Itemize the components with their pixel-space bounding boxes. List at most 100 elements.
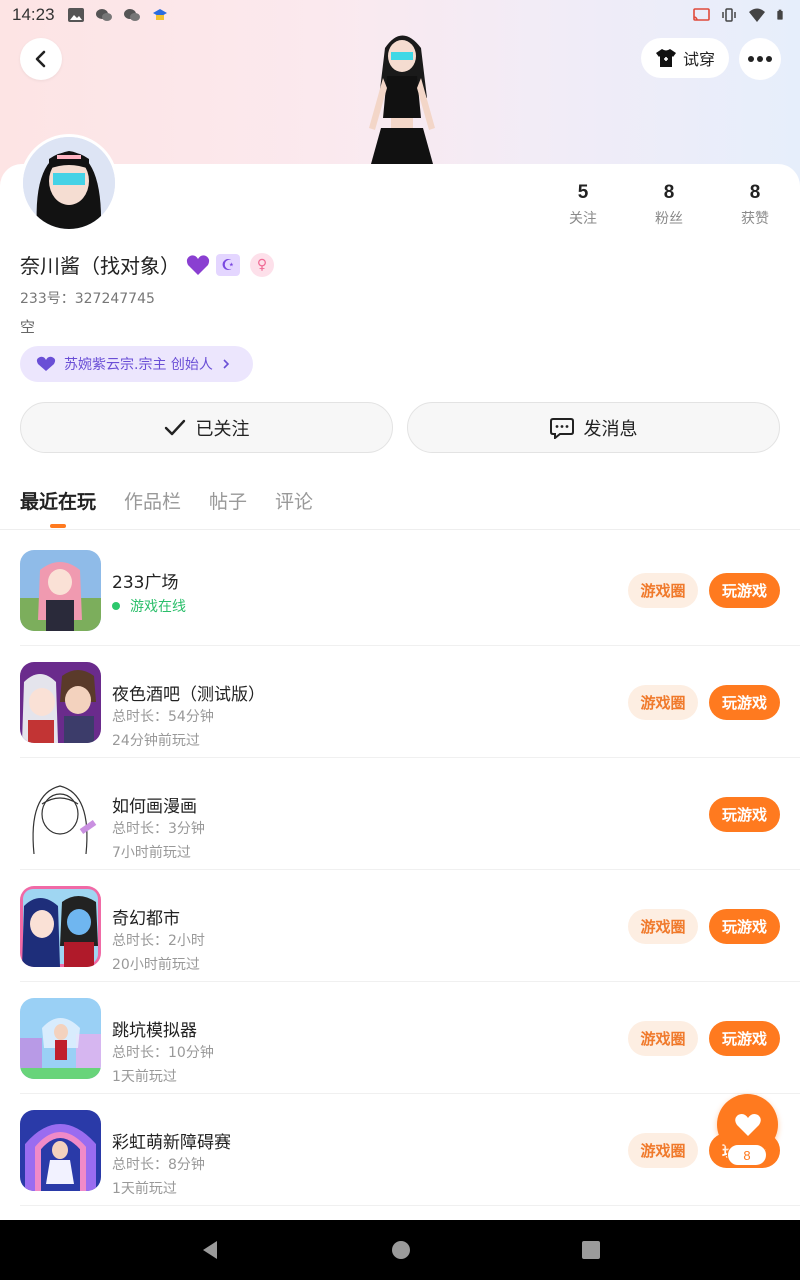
followed-label: 已关注 [195, 418, 250, 440]
stat-number: 8 [663, 182, 675, 203]
nickname-row: 奈川酱（找对象） ☪ ♀ [20, 250, 274, 279]
play-game-button[interactable]: 玩游戏 [709, 685, 780, 720]
tabs-divider [0, 529, 800, 530]
game-title: 夜色酒吧（测试版） [112, 685, 265, 705]
app-notification-icon [152, 9, 167, 20]
character-avatar-figure[interactable] [355, 28, 450, 168]
game-icon-how-to-draw-manga [20, 774, 101, 855]
back-button[interactable] [20, 38, 62, 80]
wifi-icon [749, 8, 765, 22]
list-item[interactable]: 如何画漫画 总时长：3分钟 7小时前玩过 玩游戏 [20, 758, 800, 870]
list-item[interactable]: 跳坑模拟器 总时长：10分钟 1天前玩过 游戏圈 玩游戏 [20, 982, 800, 1094]
profile-tabs: 最近在玩 作品栏 帖子 评论 [20, 487, 313, 514]
list-item[interactable]: 彩虹萌新障碍赛 总时长：8分钟 1天前玩过 游戏圈 玩游戏 [20, 1094, 800, 1206]
avatar[interactable] [20, 134, 118, 232]
stat-number: 5 [577, 182, 589, 203]
stat-label: 获赞 [741, 211, 769, 227]
online-label: 游戏在线 [130, 599, 186, 615]
play-game-button[interactable]: 玩游戏 [709, 573, 780, 608]
game-circle-button[interactable]: 游戏圈 [628, 685, 698, 720]
game-playtime: 总时长：8分钟 [112, 1157, 205, 1173]
guild-label: 苏婉紫云宗.宗主 创始人 [64, 357, 213, 373]
game-playtime: 总时长：2小时 [112, 933, 205, 949]
tab-works[interactable]: 作品栏 [124, 487, 181, 514]
game-playtime: 总时长：10分钟 [112, 1045, 214, 1061]
play-game-button[interactable]: 玩游戏 [709, 797, 780, 832]
try-on-label: 试穿 [682, 50, 715, 69]
active-tab-indicator [50, 524, 66, 528]
game-icon-night-bar [20, 662, 101, 743]
nickname: 奈川酱（找对象） [20, 254, 180, 278]
game-title: 奇幻都市 [112, 909, 180, 929]
more-options-button[interactable] [739, 38, 781, 80]
game-title: 如何画漫画 [112, 797, 197, 817]
wechat-notification-icon [123, 9, 140, 21]
play-game-button[interactable]: 玩游戏 [709, 909, 780, 944]
recent-games-list: 233广场 游戏在线 游戏圈 玩游戏 夜色酒吧（测试版） 总时长：54分钟 24… [0, 534, 800, 1206]
game-title: 跳坑模拟器 [112, 1021, 197, 1041]
game-circle-button[interactable]: 游戏圈 [628, 1021, 698, 1056]
stat-fans[interactable]: 8 粉丝 [626, 182, 712, 228]
guild-chip[interactable]: 苏婉紫云宗.宗主 创始人 [20, 346, 253, 382]
stat-following[interactable]: 5 关注 [540, 182, 626, 228]
tab-comments[interactable]: 评论 [275, 487, 313, 514]
chat-bubble-icon [549, 417, 574, 439]
tab-recently-played[interactable]: 最近在玩 [20, 487, 96, 514]
nav-home-icon[interactable] [391, 1240, 411, 1260]
like-count-badge: 8 [727, 1144, 767, 1166]
nav-back-icon[interactable] [199, 1239, 221, 1261]
game-circle-button[interactable]: 游戏圈 [628, 573, 698, 608]
more-dots-icon [748, 56, 772, 62]
vibrate-icon [722, 8, 736, 22]
system-navigation-bar [0, 1220, 800, 1280]
tab-posts[interactable]: 帖子 [209, 487, 247, 514]
purple-heart-icon [186, 254, 210, 275]
status-bar: 14:23 [0, 0, 800, 30]
game-icon-rainbow-obstacle-race [20, 1110, 101, 1191]
game-last-played: 1天前玩过 [112, 1069, 177, 1085]
moon-badge-icon: ☪ [216, 253, 240, 276]
game-icon-jump-pit-simulator [20, 998, 101, 1079]
game-title: 彩虹萌新障碍赛 [112, 1133, 231, 1153]
stat-likes[interactable]: 8 获赞 [712, 182, 798, 228]
chevron-left-icon [35, 50, 46, 68]
user-bio: 空 [20, 318, 36, 336]
game-playtime: 总时长：54分钟 [112, 709, 214, 725]
game-last-played: 24分钟前玩过 [112, 733, 200, 749]
list-item[interactable]: 奇幻都市 总时长：2小时 20小时前玩过 游戏圈 玩游戏 [20, 870, 800, 982]
game-last-played: 20小时前玩过 [112, 957, 200, 973]
game-icon-233-plaza [20, 550, 101, 631]
status-time: 14:23 [12, 5, 55, 24]
shirt-icon [655, 49, 676, 67]
user-id: 233号：327247745 [20, 291, 155, 307]
battery-icon [777, 9, 783, 20]
female-gender-icon: ♀ [250, 252, 274, 277]
stat-label: 粉丝 [655, 211, 683, 227]
game-icon-fantasy-city [20, 886, 101, 967]
game-last-played: 7小时前玩过 [112, 845, 191, 861]
chevron-right-icon [223, 359, 230, 369]
stat-label: 关注 [569, 211, 597, 227]
guild-heart-icon [36, 356, 56, 371]
game-circle-button[interactable]: 游戏圈 [628, 1133, 698, 1168]
nav-recents-icon[interactable] [581, 1240, 601, 1260]
cast-icon [693, 8, 710, 21]
wechat-notification-icon [95, 9, 112, 21]
check-icon [164, 419, 185, 435]
game-online-status: 游戏在线 [112, 596, 186, 616]
list-item[interactable]: 夜色酒吧（测试版） 总时长：54分钟 24分钟前玩过 游戏圈 玩游戏 [20, 646, 800, 758]
followed-button[interactable]: 已关注 [20, 402, 393, 453]
send-message-label: 发消息 [583, 418, 638, 440]
profile-stats: 5 关注 8 粉丝 8 获赞 [540, 182, 800, 228]
game-playtime: 总时长：3分钟 [112, 821, 205, 837]
send-message-button[interactable]: 发消息 [407, 402, 780, 453]
game-circle-button[interactable]: 游戏圈 [628, 909, 698, 944]
avatar-image [23, 137, 115, 229]
try-on-button[interactable]: 试穿 [641, 38, 729, 78]
list-item[interactable]: 233广场 游戏在线 游戏圈 玩游戏 [20, 534, 800, 646]
heart-icon [734, 1113, 761, 1136]
play-game-button[interactable]: 玩游戏 [709, 1021, 780, 1056]
image-notification-icon [67, 8, 84, 22]
game-title: 233广场 [112, 573, 179, 593]
stat-number: 8 [749, 182, 761, 203]
